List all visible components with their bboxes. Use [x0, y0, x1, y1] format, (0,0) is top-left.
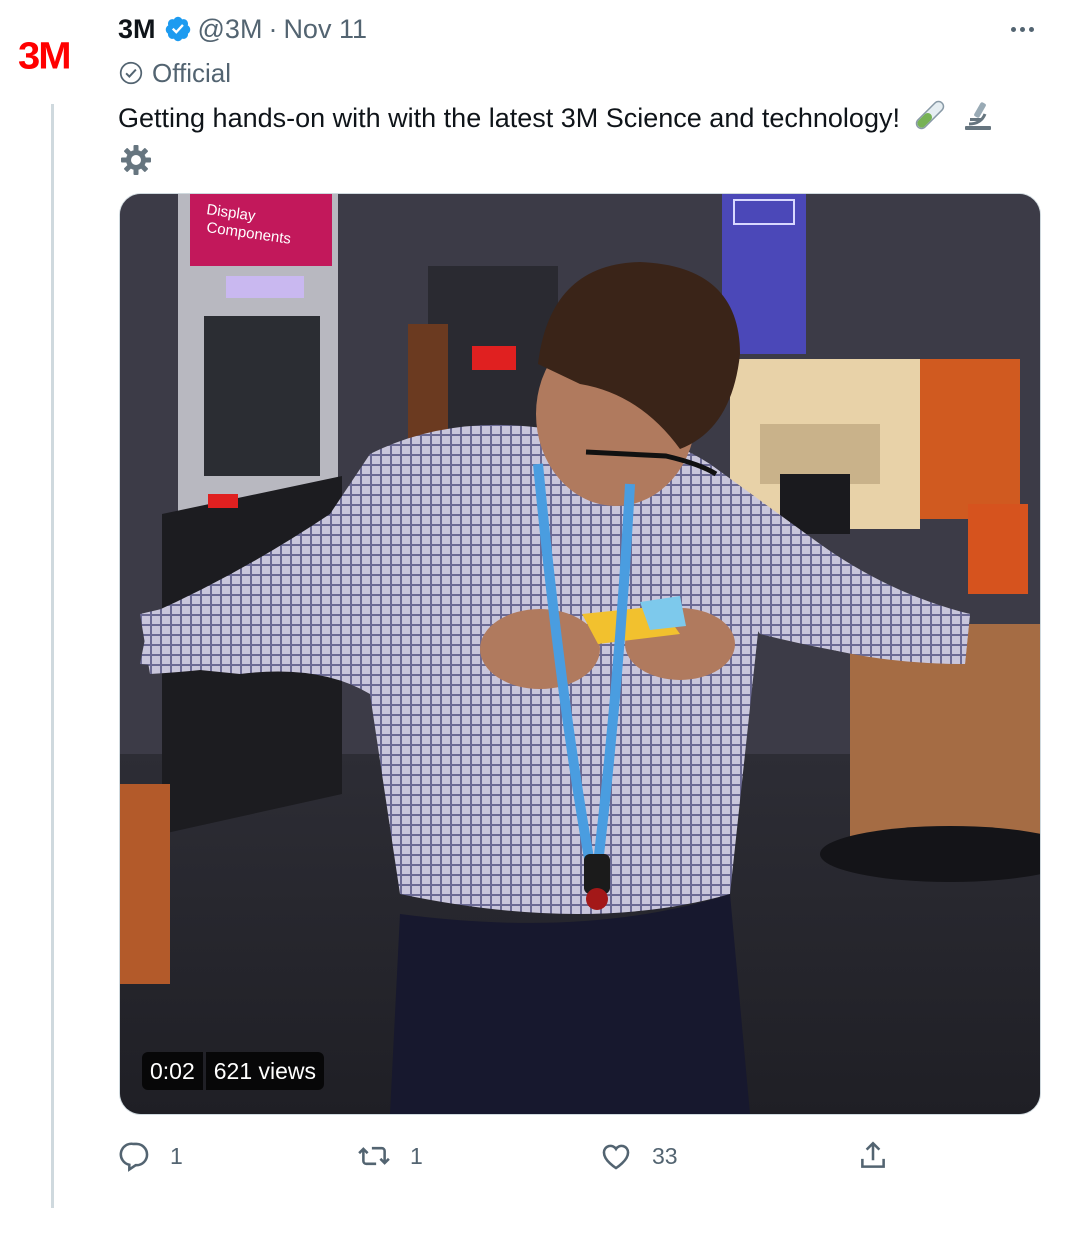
like-count: 33	[652, 1142, 678, 1169]
test-tube-emoji	[913, 98, 947, 142]
video-timestamp: 0:02	[142, 1052, 203, 1090]
more-dot	[1028, 26, 1034, 32]
tweet-header: 3M @3M · Nov 11	[118, 12, 367, 46]
more-horizontal-icon	[1010, 26, 1016, 32]
share-icon	[861, 1141, 885, 1168]
retweet-button[interactable]: 1	[356, 1134, 423, 1178]
tweet-actions: 1 1 33	[118, 1134, 1038, 1178]
author-name[interactable]: 3M	[118, 14, 156, 45]
separator-dot: ·	[268, 13, 278, 44]
retweet-icon	[358, 1146, 390, 1166]
author-handle[interactable]: @3M	[198, 14, 263, 45]
tweet-body: Getting hands-on with with the latest 3M…	[118, 103, 900, 134]
video-views: 621 views	[205, 1052, 325, 1090]
heart-icon	[602, 1144, 630, 1170]
gear-emoji	[118, 142, 154, 188]
reply-count: 1	[170, 1142, 183, 1169]
microscope-emoji	[961, 98, 995, 142]
reply-button[interactable]: 1	[118, 1134, 183, 1178]
video-frame: Display Components	[120, 194, 1040, 1114]
more-options-button[interactable]	[1002, 14, 1042, 44]
official-badge-icon	[119, 61, 143, 85]
official-label-text: Official	[152, 57, 231, 88]
tweet-date[interactable]: Nov 11	[283, 14, 367, 45]
verified-badge-icon	[164, 15, 192, 43]
retweet-count: 1	[410, 1142, 423, 1169]
more-dot	[1019, 26, 1025, 32]
thread-line	[51, 104, 54, 1208]
like-button[interactable]: 33	[598, 1134, 678, 1178]
official-label: Official	[118, 56, 231, 90]
tweet-text: Getting hands-on with with the latest 3M…	[118, 98, 1018, 188]
avatar-3m-logo[interactable]: 3M	[18, 37, 72, 75]
video-badge: 0:02 621 views	[142, 1052, 325, 1090]
video-player[interactable]: Display Components 0:02 621 views	[119, 193, 1041, 1115]
share-button[interactable]	[856, 1134, 908, 1178]
reply-icon	[119, 1142, 149, 1172]
